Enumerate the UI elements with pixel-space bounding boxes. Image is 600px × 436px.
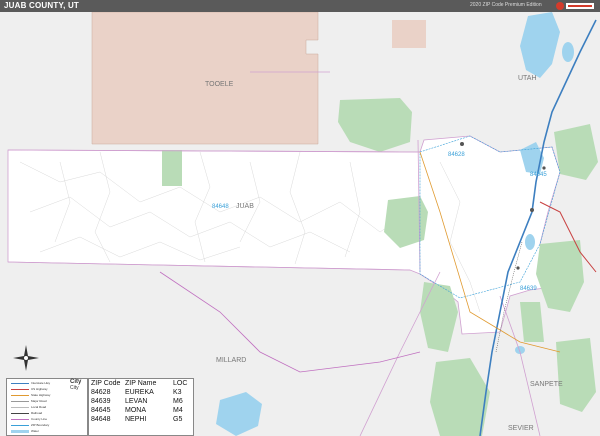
- county-label-sevier: SEVIER: [508, 425, 534, 432]
- county-map[interactable]: TOOELE JUAB MILLARD SANPETE UTAH SEVIER …: [0, 12, 600, 436]
- county-label-millard: MILLARD: [216, 357, 246, 364]
- pond: [525, 234, 535, 250]
- military-area: [91, 12, 319, 145]
- military-area-small: [392, 20, 426, 48]
- pond-north: [562, 42, 574, 62]
- legend-item: Major Road: [9, 399, 85, 404]
- legend-item: ZIP Boundary: [9, 423, 85, 428]
- publisher-logo-icon: [550, 1, 596, 11]
- legend-item: Water: [9, 429, 85, 434]
- zip-label-84645[interactable]: 84645: [530, 172, 547, 178]
- legend-item: Railroad: [9, 411, 85, 416]
- zip-table-header: ZIP Code ZIP Name LOC: [91, 380, 188, 387]
- county-label-tooele: TOOELE: [205, 81, 234, 88]
- forest-patch-east: [554, 124, 598, 180]
- forest-patch: [162, 150, 182, 186]
- city-sub-label: City: [70, 385, 79, 391]
- zip-label-84639[interactable]: 84639: [520, 286, 537, 292]
- city-legend: City City: [70, 379, 86, 399]
- title-bar: JUAB COUNTY, UT 2020 ZIP Code Premium Ed…: [0, 0, 600, 12]
- map-title: JUAB COUNTY, UT: [4, 1, 80, 10]
- zip-label-84628[interactable]: 84628: [448, 152, 465, 158]
- county-label-sanpete: SANPETE: [530, 381, 563, 388]
- legend-item: Local Road: [9, 405, 85, 410]
- zip-table-row: 84648 NEPHI G5: [91, 416, 183, 423]
- zip-label-84648[interactable]: 84648: [212, 204, 229, 210]
- county-label-juab: JUAB: [236, 203, 254, 210]
- forest-patch-sanpete: [520, 302, 544, 342]
- compass-rose-icon: [13, 345, 39, 371]
- map-frame: JUAB COUNTY, UT 2020 ZIP Code Premium Ed…: [0, 0, 600, 436]
- county-label-utah: UTAH: [518, 75, 537, 82]
- legend-item: County Line: [9, 417, 85, 422]
- zip-table-row: 84628 EUREKA K3: [91, 389, 182, 396]
- zip-table-row: 84639 LEVAN M6: [91, 398, 183, 405]
- zip-table-row: 84645 MONA M4: [91, 407, 183, 414]
- map-subtitle: 2020 ZIP Code Premium Edition: [470, 2, 542, 8]
- zip-table: ZIP Code ZIP Name LOC 84628 EUREKA K3 84…: [88, 378, 194, 436]
